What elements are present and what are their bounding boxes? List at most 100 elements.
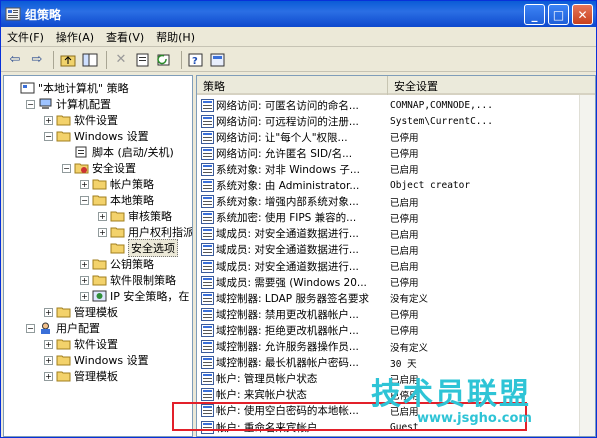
policy-name: 域控制器: LDAP 服务器签名要求 [216,292,369,305]
expand-icon[interactable]: + [80,291,89,301]
tree-item[interactable]: 安全选项 [98,239,178,257]
tree-item-label: 帐户策略 [110,178,154,191]
close-button[interactable]: ✕ [572,4,593,25]
tree-item[interactable]: + 帐户策略 [80,176,154,192]
table-row[interactable]: 系统加密: 使用 FIPS 兼容的... 已停用 [197,210,595,226]
policy-name: 系统对象: 对非 Windows 子... [216,163,360,176]
back-icon[interactable]: ⇦ [5,50,25,70]
security-setting-value: 已停用 [390,213,419,225]
collapse-icon[interactable]: − [26,99,35,109]
expand-icon[interactable]: + [44,355,53,365]
menu-help[interactable]: 帮助(H) [150,29,201,45]
policy-cell: 域控制器: 最长机器帐户密码... [197,355,388,370]
column-header-setting[interactable]: 安全设置 [388,76,595,95]
security-setting-value: 已启用 [390,262,419,273]
table-row[interactable]: 网络访问: 可远程访问的注册... System\CurrentC... [197,113,595,129]
table-row[interactable]: 域成员: 对安全通道数据进行... 已启用 [197,258,595,274]
up-folder-icon[interactable] [58,50,78,70]
table-row[interactable]: 域控制器: LDAP 服务器签名要求 没有定义 [197,290,595,306]
tree-item[interactable]: + 公钥策略 [80,256,154,272]
collapse-icon[interactable]: − [80,195,89,205]
tree-item[interactable]: − 安全设置 [62,160,136,176]
collapse-icon[interactable]: − [44,131,53,141]
tree-item[interactable]: + 软件设置 [44,112,118,128]
maximize-button[interactable]: □ [548,4,569,25]
security-setting-value: 30 天 [390,358,417,370]
tree-item[interactable]: + 管理模板 [44,368,118,384]
tree-item[interactable]: − 本地策略 [80,192,154,208]
menu-view[interactable]: 查看(V) [100,29,150,45]
tree-item-label: 安全设置 [92,162,136,175]
toolbar-separator [53,50,54,69]
table-row[interactable]: 系统对象: 增强内部系统对象... 已启用 [197,194,595,210]
security-setting-value: 已启用 [390,229,419,241]
tree-pane[interactable]: "本地计算机" 策略 − 计算机配置 + 软件设置 − Windows 设置 脚本 (启动/关… [3,75,193,437]
table-row[interactable]: 系统对象: 对非 Windows 子... 已启用 [197,161,595,177]
policy-name: 域成员: 对安全通道数据进行... [216,244,359,257]
refresh-icon[interactable] [155,50,175,70]
expand-icon[interactable]: + [44,307,53,317]
tree-item[interactable]: + 软件设置 [44,336,118,352]
tree-item[interactable]: + 软件限制策略 [80,272,176,288]
tree-item[interactable]: + 用户权利指派 [98,224,193,240]
tree-item[interactable]: 脚本 (启动/关机) [62,144,174,160]
policy-setting-icon [197,162,216,176]
tree-item[interactable]: − 计算机配置 [26,96,111,112]
policy-cell: 系统对象: 对非 Windows 子... [197,162,388,177]
policy-setting-icon [197,388,216,402]
menu-file[interactable]: 文件(F) [1,29,50,45]
table-row[interactable]: 域成员: 需要强 (Windows 20... 已停用 [197,274,595,290]
column-header-policy[interactable]: 策略 [197,76,388,95]
policy-setting-icon [197,227,216,241]
table-row[interactable]: 网络访问: 可匿名访问的命名... COMNAP,COMNODE,... [197,97,595,113]
tree-item[interactable]: + Windows 设置 [44,352,149,368]
tree-item[interactable]: − 用户配置 [26,320,100,336]
table-row[interactable]: 域控制器: 允许服务器操作员... 没有定义 [197,339,595,355]
title-bar[interactable]: 组策略 _ □ ✕ [1,1,596,27]
forward-icon[interactable]: ⇨ [27,50,47,70]
menu-action[interactable]: 操作(A) [50,29,100,45]
policy-cell: 帐户: 管理员帐户状态 [197,371,388,386]
table-row[interactable]: 域控制器: 拒绝更改机器帐户... 已停用 [197,322,595,338]
properties-icon[interactable] [133,50,153,70]
policy-cell: 域成员: 对安全通道数据进行... [197,259,388,274]
tree-item[interactable]: "本地计算机" 策略 [8,80,129,96]
tree-item-label: 用户权利指派 [128,226,193,239]
table-row[interactable]: 域成员: 对安全通道数据进行... 已启用 [197,226,595,242]
export-icon[interactable] [208,50,228,70]
delete-icon[interactable]: ✕ [111,50,131,70]
tree-item[interactable]: − Windows 设置 [44,128,149,144]
expand-icon[interactable]: + [98,211,107,221]
ip-security-icon [92,290,110,302]
help-icon[interactable]: ? [186,50,206,70]
tree-item-label: 本地策略 [110,194,154,207]
table-row[interactable]: 系统对象: 由 Administrator... Object creator [197,178,595,194]
tree-item[interactable]: + 审核策略 [98,208,172,224]
policy-setting-icon [197,114,216,128]
tree-item[interactable]: + 管理模板 [44,304,118,320]
expand-icon[interactable]: + [44,371,53,381]
expand-icon[interactable]: + [80,275,89,285]
tree-item-label: 管理模板 [74,306,118,319]
expand-icon[interactable]: + [98,227,107,237]
minimize-button[interactable]: _ [524,4,545,25]
tree-item[interactable]: + IP 安全策略，在 [80,288,189,304]
expand-icon[interactable]: + [80,259,89,269]
show-hide-tree-icon[interactable] [80,50,100,70]
table-row[interactable]: 网络访问: 允许匿名 SID/名... 已停用 [197,145,595,161]
expand-icon[interactable]: + [80,179,89,189]
collapse-icon[interactable]: − [26,323,35,333]
table-row[interactable]: 域控制器: 禁用更改机器帐户... 已停用 [197,306,595,322]
collapse-icon[interactable]: − [62,163,71,173]
table-row[interactable]: 网络访问: 让"每个人"权限... 已停用 [197,129,595,145]
security-icon [74,162,92,174]
table-row[interactable]: 域成员: 对安全通道数据进行... 已启用 [197,242,595,258]
tree-item-label: 计算机配置 [56,98,111,111]
policy-setting-icon [197,291,216,305]
expand-icon[interactable]: + [44,339,53,349]
folder-icon [110,226,128,238]
expand-icon[interactable]: + [44,115,53,125]
policy-cell: 网络访问: 可远程访问的注册... [197,114,388,129]
security-setting-value: 已启用 [390,245,419,257]
policy-cell: 域成员: 需要强 (Windows 20... [197,275,388,290]
